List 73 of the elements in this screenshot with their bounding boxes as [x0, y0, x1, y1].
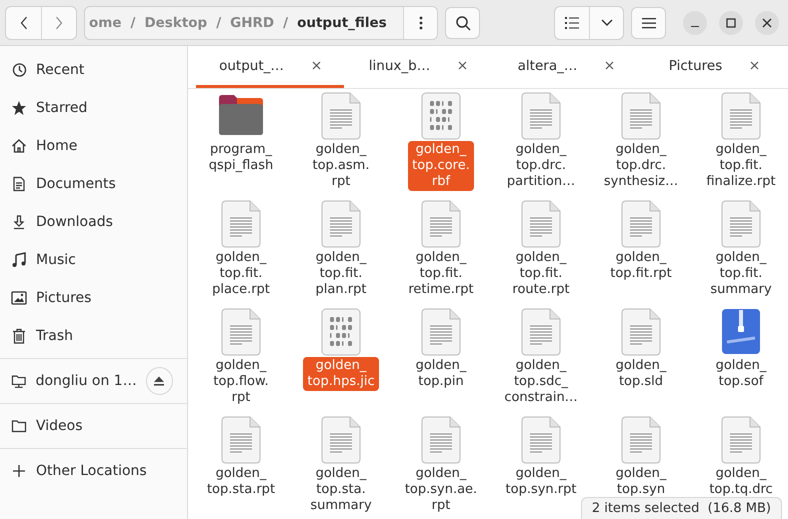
- starred-icon: [11, 100, 27, 116]
- sidebar-item[interactable]: Starred: [0, 89, 187, 127]
- file-name: golden_ top.fit. place.rpt: [211, 249, 271, 299]
- sidebar-item[interactable]: Downloads: [0, 203, 187, 241]
- menu-button[interactable]: [631, 6, 666, 38]
- maximize-icon: [726, 18, 736, 28]
- trash-icon: [11, 328, 27, 344]
- status-bar: 2 items selected (16.8 MB): [580, 497, 782, 519]
- sidebar-item[interactable]: Recent: [0, 51, 187, 89]
- more-icon: [418, 16, 422, 30]
- file-name: golden_ top.sta. summary: [309, 465, 373, 515]
- file-name: golden_ top.asm. rpt: [312, 141, 370, 191]
- sidebar-item[interactable]: Pictures: [0, 279, 187, 317]
- tab[interactable]: output_…: [196, 46, 344, 88]
- file-name: golden_ top.fit. route.rpt: [511, 249, 571, 299]
- pictures-icon: [11, 290, 27, 306]
- sidebar-item[interactable]: Other Locations: [0, 452, 187, 490]
- list-icon: [564, 16, 580, 30]
- file-name: golden_ top.core. rbf: [408, 141, 474, 191]
- close-icon: [762, 18, 772, 28]
- music-icon: [11, 252, 27, 268]
- tab[interactable]: linux_b…: [344, 46, 492, 88]
- file-name: program_ qspi_flash: [208, 141, 274, 175]
- network-icon: [11, 373, 27, 389]
- file-name: golden_ top.tq.drc: [708, 465, 774, 499]
- file-name: golden_ top.hps.jic: [303, 357, 379, 391]
- file-name: golden_ top.sta.rpt: [206, 465, 276, 499]
- close-icon[interactable]: [458, 61, 468, 70]
- path-separator: /: [130, 14, 136, 30]
- file-name: golden_ top.syn.rpt: [504, 465, 578, 499]
- file-name: golden_ top.pin: [414, 357, 468, 391]
- path-separator: /: [216, 14, 222, 30]
- forward-icon: [54, 14, 64, 30]
- minimize-icon: [691, 26, 699, 28]
- back-icon: [18, 14, 28, 30]
- maximize-button[interactable]: [719, 10, 743, 34]
- file-name: golden_ top.sdc_ constrain…: [503, 357, 579, 407]
- file-name: golden_ top.sld: [614, 357, 668, 391]
- eject-icon[interactable]: [146, 367, 173, 395]
- sidebar-item[interactable]: dongliu on 1…: [0, 362, 187, 400]
- tab[interactable]: Pictures: [640, 46, 788, 88]
- path-segment[interactable]: output_files: [297, 14, 387, 30]
- sidebar-item[interactable]: Trash: [0, 317, 187, 355]
- folder-icon: [11, 418, 27, 434]
- file-name: golden_ top.syn: [614, 465, 668, 499]
- file-name: golden_ top.drc. partition…: [506, 141, 576, 191]
- close-icon[interactable]: [605, 61, 614, 70]
- chevron-down-icon: [600, 18, 612, 26]
- close-icon[interactable]: [750, 61, 760, 70]
- file-name: golden_ top.fit. finalize.rpt: [705, 141, 777, 191]
- close-icon[interactable]: [312, 61, 321, 70]
- search-icon: [454, 14, 470, 30]
- recent-icon: [11, 62, 27, 78]
- close-button[interactable]: [755, 10, 779, 34]
- file-name: golden_ top.fit.rpt: [609, 249, 673, 283]
- documents-icon: [11, 176, 27, 192]
- sidebar-item[interactable]: Documents: [0, 165, 187, 203]
- file-name: golden_ top.flow. rpt: [212, 357, 270, 407]
- sidebar-item[interactable]: Music: [0, 241, 187, 279]
- file-name: golden_ top.fit. summary: [709, 249, 773, 299]
- home-icon: [11, 138, 27, 154]
- file-name: golden_ top.fit. plan.rpt: [314, 249, 368, 299]
- file-name: golden_ top.drc. synthesiz…: [602, 141, 680, 191]
- sidebar-item[interactable]: Home: [0, 127, 187, 165]
- menu-icon: [642, 16, 656, 28]
- file-name: golden_ top.syn.ae. rpt: [404, 465, 478, 515]
- tab[interactable]: altera_…: [492, 46, 640, 88]
- downloads-icon: [11, 214, 27, 230]
- file-name: golden_ top.fit. retime.rpt: [407, 249, 475, 299]
- search-button[interactable]: [445, 6, 480, 38]
- sidebar-item[interactable]: Videos: [0, 407, 187, 445]
- path-separator: /: [283, 14, 288, 30]
- file-name: golden_ top.sof: [714, 357, 768, 391]
